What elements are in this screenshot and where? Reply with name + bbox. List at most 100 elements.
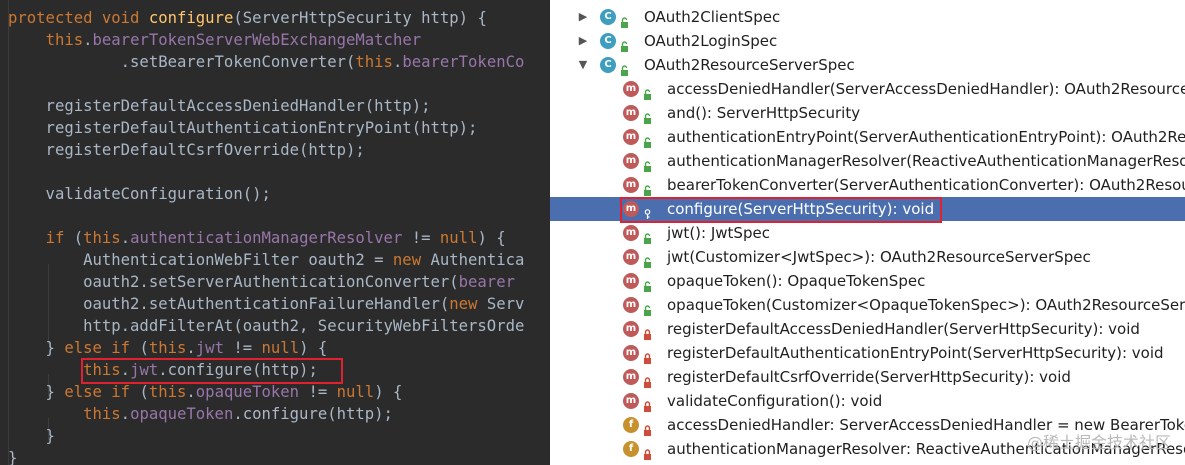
tree-node-label: registerDefaultAuthenticationEntryPoint(…	[667, 344, 1164, 362]
method-icon: m	[623, 177, 639, 193]
method-icon: m	[623, 249, 639, 265]
public-unlock-icon	[643, 131, 652, 148]
code-token: this	[45, 31, 84, 49]
code-token: this	[83, 405, 121, 423]
private-lock-icon	[643, 347, 652, 364]
code-line[interactable]: registerDefaultAuthenticationEntryPoint(…	[8, 117, 478, 139]
tree-node-label: jwt(): JwtSpec	[667, 224, 770, 242]
expand-arrow-icon[interactable]: ▼	[576, 53, 590, 77]
tree-method-node[interactable]: m registerDefaultAccessDeniedHandler(Serv…	[550, 317, 1185, 341]
tree-method-node[interactable]: m opaqueToken(): OpaqueTokenSpec	[550, 269, 1185, 293]
collapse-arrow-icon[interactable]: ▶	[576, 5, 590, 29]
tree-method-node[interactable]: m authenticationEntryPoint(ServerAuthenti…	[550, 125, 1185, 149]
code-line[interactable]: this.bearerTokenServerWebExchangeMatcher	[8, 29, 422, 51]
code-token: !=	[299, 383, 337, 401]
tree-method-node[interactable]: m and(): ServerHttpSecurity	[550, 101, 1185, 125]
code-line[interactable]: http.addFilterAt(oauth2, SecurityWebFilt…	[8, 315, 524, 337]
code-token: registerDefaultAccessDeniedHandler(http)…	[8, 97, 431, 115]
code-line[interactable]: }	[8, 425, 55, 447]
code-token: (	[139, 383, 149, 401]
method-icon: m	[623, 81, 639, 97]
tree-node-label: authenticationManagerResolver(ReactiveAu…	[667, 152, 1185, 170]
public-unlock-icon	[643, 251, 652, 268]
code-line[interactable]: registerDefaultAccessDeniedHandler(http)…	[8, 95, 431, 117]
private-lock-icon	[643, 443, 652, 460]
code-token: .	[83, 31, 93, 49]
code-line[interactable]: .setBearerTokenConverter(this.bearerToke…	[8, 51, 525, 73]
code-token: .setBearerTokenConverter(	[8, 53, 356, 71]
method-icon: m	[623, 153, 639, 169]
code-token: null	[336, 383, 375, 401]
tree-method-node[interactable]: m bearerTokenConverter(ServerAuthenticati…	[550, 173, 1185, 197]
tree-node-label: and(): ServerHttpSecurity	[667, 104, 861, 122]
highlight-jwt-configure	[81, 358, 343, 384]
tree-node-label: OAuth2ResourceServerSpec	[644, 56, 855, 74]
code-line[interactable]: } else if (this.opaqueToken != null) {	[8, 381, 403, 403]
code-token: else if	[64, 383, 140, 401]
tree-method-node[interactable]: m opaqueToken(Customizer<OpaqueTokenSpec>…	[550, 293, 1185, 317]
tree-class-node[interactable]: ▶ C OAuth2LoginSpec	[550, 29, 1185, 53]
tree-node-label: opaqueToken(Customizer<OpaqueTokenSpec>)…	[667, 296, 1185, 314]
tree-method-node[interactable]: m jwt(Customizer<JwtSpec>): OAuth2Resourc…	[550, 245, 1185, 269]
code-line[interactable]: validateConfiguration();	[8, 183, 271, 205]
code-token: oauth2.setServerAuthenticationConverter(	[8, 273, 459, 291]
public-unlock-icon	[643, 227, 652, 244]
method-icon: m	[623, 369, 639, 385]
code-token: bearer	[458, 273, 515, 291]
code-token: registerDefaultCsrfOverride(http);	[8, 141, 365, 159]
structure-tree[interactable]: ▶ C OAuth2ClientSpec ▶ C OAuth2LoginSpec ▼ C OAu…	[550, 0, 1185, 465]
collapse-arrow-icon[interactable]: ▶	[576, 29, 590, 53]
code-token: bearerTokenCo	[402, 53, 525, 71]
public-unlock-icon	[643, 83, 652, 100]
code-token: null	[261, 339, 300, 357]
method-icon: m	[623, 297, 639, 313]
code-token: .	[186, 339, 196, 357]
tree-field-node[interactable]: f	[550, 461, 1185, 465]
tree-method-node[interactable]: m jwt(): JwtSpec	[550, 221, 1185, 245]
code-line[interactable]: if (this.authenticationManagerResolver !…	[8, 227, 506, 249]
code-token: this	[355, 53, 393, 71]
code-line[interactable]: this.opaqueToken.configure(http);	[8, 403, 393, 425]
code-line[interactable]: oauth2.setServerAuthenticationConverter(…	[8, 271, 515, 293]
code-token: !=	[223, 339, 262, 357]
code-editor[interactable]: protected void configure(ServerHttpSecur…	[0, 0, 550, 465]
tree-method-node[interactable]: m authenticationManagerResolver(ReactiveA…	[550, 149, 1185, 173]
code-token: void	[101, 9, 149, 27]
code-token: ) {	[374, 383, 403, 401]
tree-method-node[interactable]: m accessDeniedHandler(ServerAccessDeniedH…	[550, 77, 1185, 101]
code-token: ) {	[299, 339, 328, 357]
private-lock-icon	[643, 419, 652, 436]
tree-class-node[interactable]: ▼ C OAuth2ResourceServerSpec	[550, 53, 1185, 77]
code-token: (	[73, 229, 84, 247]
public-unlock-icon	[643, 275, 652, 292]
code-token: }	[8, 449, 18, 465]
code-line[interactable]: }	[8, 447, 17, 465]
code-token: bearerTokenServerWebExchangeMatcher	[92, 31, 422, 49]
code-token: oauth2.setAuthenticationFailureHandler(	[8, 295, 450, 313]
method-icon: m	[623, 225, 639, 241]
code-line[interactable]: AuthenticationWebFilter oauth2 = new Aut…	[8, 249, 524, 271]
tree-node-label: registerDefaultAccessDeniedHandler(Serve…	[667, 320, 1140, 338]
tree-node-label: validateConfiguration(): void	[667, 392, 883, 410]
tree-method-node[interactable]: m registerDefaultAuthenticationEntryPoint…	[550, 341, 1185, 365]
code-token: .	[186, 383, 196, 401]
code-line[interactable]: oauth2.setAuthenticationFailureHandler(n…	[8, 293, 524, 315]
public-unlock-icon	[643, 179, 652, 196]
code-line[interactable]: protected void configure(ServerHttpSecur…	[8, 7, 487, 29]
code-token: !=	[402, 229, 440, 247]
code-line[interactable]: } else if (this.jwt != null) {	[8, 337, 328, 359]
tree-method-node[interactable]: m registerDefaultCsrfOverride(ServerHttpS…	[550, 365, 1185, 389]
watermark: @稀土掘金技术社区	[1026, 433, 1171, 452]
code-line[interactable]: registerDefaultCsrfOverride(http);	[8, 139, 365, 161]
tree-node-label: OAuth2ClientSpec	[644, 8, 781, 26]
class-icon: C	[600, 33, 616, 49]
tree-class-node[interactable]: ▶ C OAuth2ClientSpec	[550, 5, 1185, 29]
code-token: opaqueToken	[130, 405, 234, 423]
tree-method-node[interactable]: m validateConfiguration(): void	[550, 389, 1185, 413]
code-token: authenticationManagerResolver	[130, 229, 403, 247]
code-token: .configure(http);	[233, 405, 393, 423]
code-token: new	[449, 295, 487, 313]
code-token: http.addFilterAt(oauth2, SecurityWebFilt…	[8, 317, 525, 335]
